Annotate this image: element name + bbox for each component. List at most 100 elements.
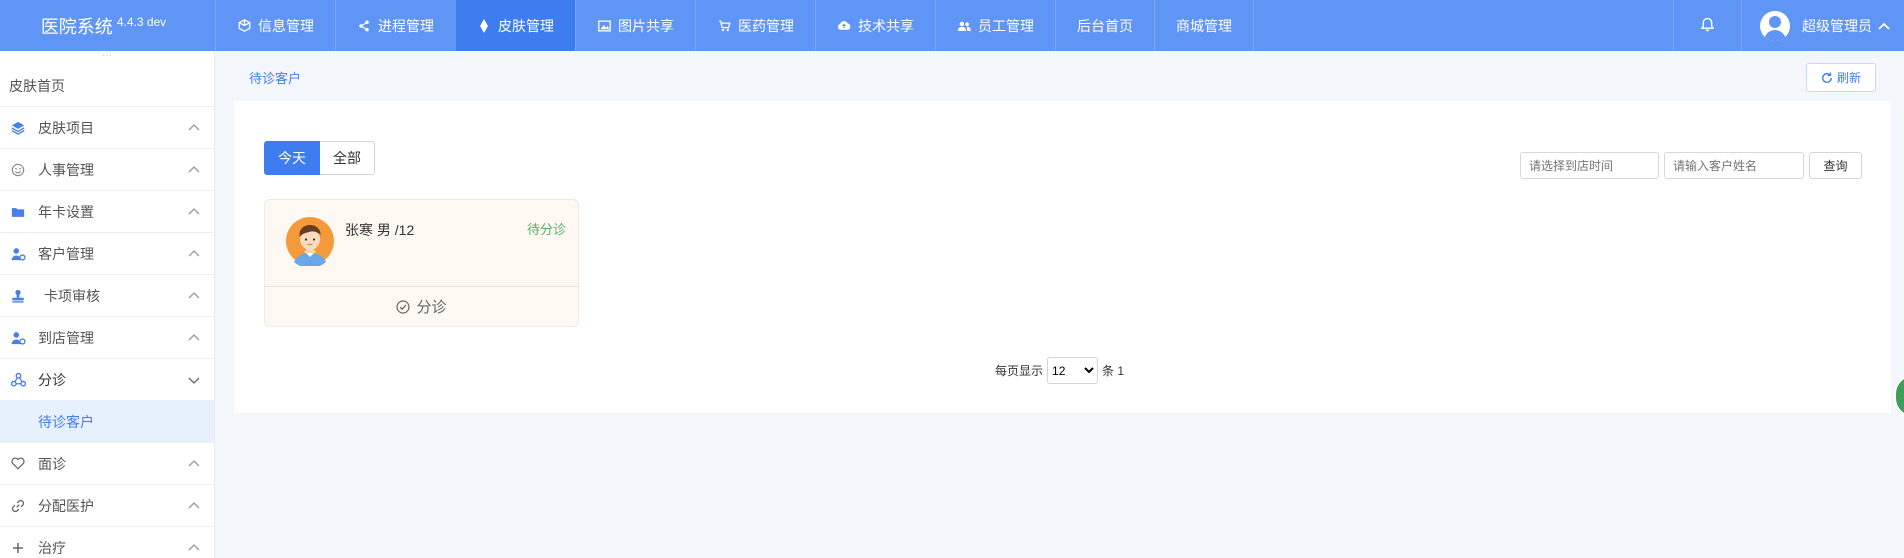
share-icon bbox=[357, 19, 371, 33]
content-panel: 今天 全部 查询 张寒 男 /12 待分诊 分诊 bbox=[234, 101, 1891, 413]
sidebar-item-treatment[interactable]: 治疗 bbox=[0, 527, 214, 558]
sidebar-item-label: 分诊 bbox=[38, 371, 66, 388]
heart-icon bbox=[10, 456, 26, 472]
nav-label: 信息管理 bbox=[258, 17, 314, 34]
layers-icon bbox=[10, 120, 26, 136]
folder-icon bbox=[10, 204, 26, 220]
chevron-up-icon bbox=[1878, 22, 1890, 30]
image-icon bbox=[597, 19, 611, 33]
app-version: 4.4.3 dev bbox=[116, 14, 167, 29]
link-icon bbox=[10, 498, 26, 514]
sidebar-item-label: 卡项审核 bbox=[44, 287, 100, 304]
page-size-select[interactable]: 12 bbox=[1047, 357, 1099, 384]
patient-card: 张寒 男 /12 待分诊 分诊 bbox=[264, 199, 579, 327]
sidebar-item-card-review[interactable]: 卡项审核 bbox=[0, 275, 214, 317]
nav-label: 医药管理 bbox=[738, 17, 794, 34]
nav-item-backend-home[interactable]: 后台首页 bbox=[1055, 0, 1154, 51]
check-circle-icon bbox=[396, 299, 416, 314]
triangle-nodes-icon bbox=[10, 372, 26, 388]
tab-today[interactable]: 今天 bbox=[264, 141, 320, 175]
nav-item-staff[interactable]: 员工管理 bbox=[935, 0, 1055, 51]
user-menu[interactable]: 超级管理员 bbox=[1741, 0, 1904, 51]
sidebar-item-label: 年卡设置 bbox=[38, 203, 94, 220]
sidebar-item-label: 到店管理 bbox=[38, 329, 94, 346]
sidebar-item-label: 治疗 bbox=[38, 539, 66, 556]
triage-label: 分诊 bbox=[416, 299, 447, 316]
sidebar-item-customer[interactable]: 客户管理 bbox=[0, 233, 214, 275]
top-bar: 医院系统 4.4.3 dev 信息管理 进程管理 皮肤管理 图片共享 医药管理 … bbox=[0, 0, 1904, 51]
sidebar-item-label: 人事管理 bbox=[38, 161, 94, 178]
sidebar-item-hr[interactable]: 人事管理 bbox=[0, 149, 214, 191]
nav-item-info[interactable]: 信息管理 bbox=[215, 0, 335, 51]
nav-item-images[interactable]: 图片共享 bbox=[575, 0, 695, 51]
sidebar-grip[interactable]: ··· bbox=[0, 51, 214, 65]
nav-item-skin[interactable]: 皮肤管理 bbox=[455, 0, 575, 51]
sidebar-item-consultation[interactable]: 面诊 bbox=[0, 443, 214, 485]
app-brand[interactable]: 医院系统 4.4.3 dev bbox=[0, 0, 215, 51]
nav-label: 皮肤管理 bbox=[498, 17, 554, 34]
chevron-up-icon bbox=[188, 500, 200, 512]
page-size-prefix: 每页显示 bbox=[995, 364, 1044, 378]
sidebar-item-label: 客户管理 bbox=[38, 245, 94, 262]
user-gear-icon bbox=[10, 330, 26, 346]
nav-label: 技术共享 bbox=[858, 17, 914, 34]
refresh-button[interactable]: 刷新 bbox=[1806, 63, 1876, 92]
sidebar-item-label: 面诊 bbox=[38, 455, 66, 472]
chevron-up-icon bbox=[188, 332, 200, 344]
nav-label: 商城管理 bbox=[1176, 17, 1232, 34]
nav-item-tech[interactable]: 技术共享 bbox=[815, 0, 935, 51]
triage-button[interactable]: 分诊 bbox=[265, 286, 578, 326]
avatar bbox=[1760, 10, 1790, 41]
cart-icon bbox=[717, 19, 731, 33]
nav-item-process[interactable]: 进程管理 bbox=[335, 0, 455, 51]
nav-label: 员工管理 bbox=[978, 17, 1034, 34]
sidebar: ··· 皮肤首页 皮肤项目 人事管理 年卡设置 客户管理 卡项审核 到店管理 分… bbox=[0, 51, 215, 558]
chevron-up-icon bbox=[188, 122, 200, 134]
customer-name-input[interactable] bbox=[1664, 152, 1804, 179]
plus-icon bbox=[10, 540, 26, 556]
tab-all[interactable]: 全部 bbox=[320, 141, 375, 175]
top-nav: 信息管理 进程管理 皮肤管理 图片共享 医药管理 技术共享 员工管理 后台首页 bbox=[215, 0, 1254, 51]
drop-icon bbox=[477, 18, 491, 33]
users-icon bbox=[957, 19, 971, 33]
refresh-icon bbox=[1821, 72, 1837, 84]
sidebar-item-arrival[interactable]: 到店管理 bbox=[0, 317, 214, 359]
notification-button[interactable] bbox=[1673, 0, 1741, 51]
sidebar-item-skin-project[interactable]: 皮肤项目 bbox=[0, 107, 214, 149]
sidebar-item-label: 皮肤项目 bbox=[38, 119, 94, 136]
sidebar-subitem-waiting-customers[interactable]: 待诊客户 bbox=[0, 401, 214, 443]
refresh-label: 刷新 bbox=[1836, 71, 1861, 85]
chevron-up-icon bbox=[188, 164, 200, 176]
nav-item-medicine[interactable]: 医药管理 bbox=[695, 0, 815, 51]
breadcrumb[interactable]: 待诊客户 bbox=[249, 68, 301, 87]
nav-item-mall[interactable]: 商城管理 bbox=[1154, 0, 1254, 51]
user-gear-icon bbox=[10, 246, 26, 262]
floating-assist-button[interactable] bbox=[1894, 374, 1904, 418]
smile-icon bbox=[10, 162, 26, 178]
page-size-suffix: 条 1 bbox=[1102, 364, 1125, 378]
user-name: 超级管理员 bbox=[1802, 17, 1872, 34]
patient-title: 张寒 男 /12 bbox=[345, 222, 415, 238]
nav-label: 图片共享 bbox=[618, 17, 674, 34]
chevron-up-icon bbox=[188, 248, 200, 260]
stamp-icon bbox=[10, 288, 26, 304]
sidebar-item-assign-nurse[interactable]: 分配医护 bbox=[0, 485, 214, 527]
arrival-time-input[interactable] bbox=[1520, 152, 1659, 179]
chevron-up-icon bbox=[188, 458, 200, 470]
date-filter-tabs: 今天 全部 bbox=[264, 141, 375, 175]
sidebar-item-annual-card[interactable]: 年卡设置 bbox=[0, 191, 214, 233]
query-button[interactable]: 查询 bbox=[1809, 152, 1862, 179]
app-name: 医院系统 bbox=[40, 16, 113, 37]
nav-label: 后台首页 bbox=[1077, 17, 1133, 34]
pagination: 每页显示 12 条 1 bbox=[995, 357, 1124, 384]
status-badge: 待分诊 bbox=[526, 222, 566, 237]
chevron-up-icon bbox=[188, 290, 200, 302]
nav-label: 进程管理 bbox=[378, 17, 434, 34]
sidebar-item-triage[interactable]: 分诊 bbox=[0, 359, 214, 401]
sidebar-item-label: 分配医护 bbox=[38, 497, 94, 514]
chevron-down-icon bbox=[188, 374, 200, 386]
chevron-up-icon bbox=[188, 206, 200, 218]
bell-icon bbox=[1700, 17, 1715, 35]
sidebar-home[interactable]: 皮肤首页 bbox=[0, 65, 214, 107]
chevron-up-icon bbox=[188, 542, 200, 554]
